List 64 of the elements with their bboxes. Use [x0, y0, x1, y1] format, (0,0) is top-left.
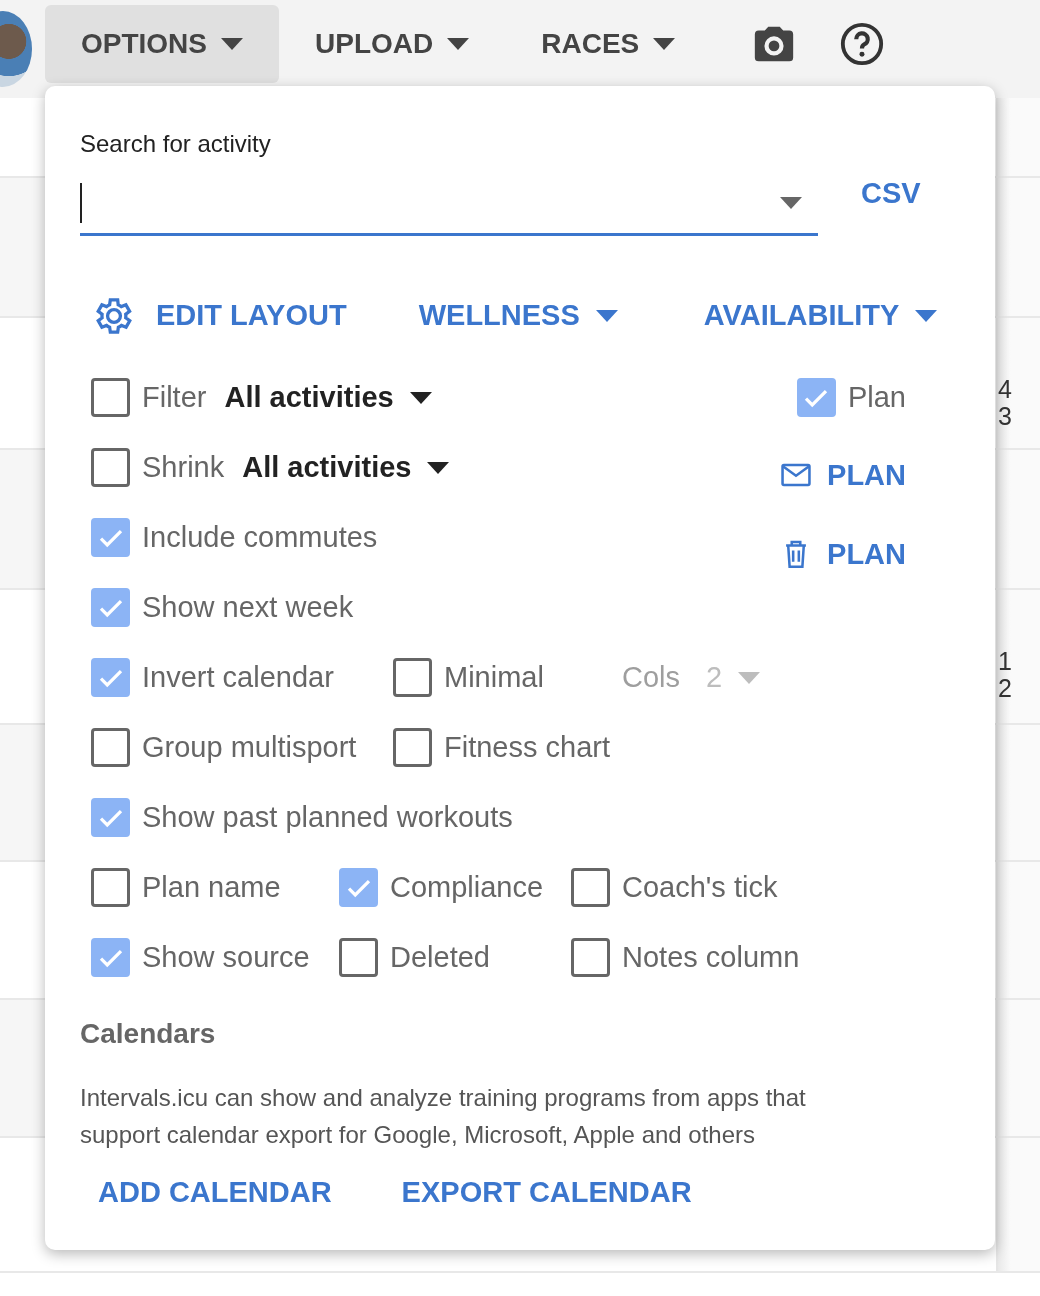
checkbox[interactable]	[571, 938, 610, 977]
checkbox[interactable]	[393, 728, 432, 767]
help-icon[interactable]	[839, 21, 886, 67]
caret-icon	[780, 197, 802, 209]
checkbox-label: Plan name	[142, 869, 281, 905]
checkbox-label: Coach's tick	[622, 869, 778, 905]
checkbox[interactable]	[91, 728, 130, 767]
day-number: 1	[998, 648, 1013, 675]
caret-icon	[653, 38, 676, 50]
caret-icon	[915, 309, 938, 322]
plan-button[interactable]: PLAN	[779, 532, 906, 577]
checkbox[interactable]	[393, 658, 432, 697]
text-cursor	[80, 183, 82, 223]
checkbox[interactable]	[91, 798, 130, 837]
calendar-link[interactable]: EXPORT CALENDAR	[401, 1170, 692, 1214]
checkbox[interactable]	[91, 588, 130, 627]
checkbox-label: Compliance	[390, 869, 544, 905]
checkbox-label: Filter	[142, 379, 207, 415]
caret-icon	[427, 461, 450, 474]
checkbox[interactable]	[91, 378, 130, 417]
field-label: Search for activity	[80, 129, 272, 159]
dropdown-button[interactable]: WELLNESS	[418, 293, 618, 338]
caret-icon	[738, 671, 761, 684]
checkbox-label: Include commutes	[142, 519, 378, 555]
caret-icon	[221, 38, 243, 50]
checkbox-label: Show past planned workouts	[142, 799, 513, 835]
menu-button[interactable]: OPTIONS	[45, 5, 279, 83]
description-text: Intervals.icu can show and analyze training programs from apps that support calendar export for Google, Microsoft, Apple and others	[80, 1082, 807, 1150]
checkbox[interactable]	[91, 938, 130, 977]
csv-link[interactable]: CSV	[861, 172, 921, 216]
menu-button[interactable]: RACES	[505, 5, 712, 83]
checkbox[interactable]	[339, 938, 378, 977]
day-number: 4	[998, 376, 1013, 403]
day-number: 3	[998, 403, 1013, 430]
edit-layout-button[interactable]: EDIT LAYOUT	[92, 293, 347, 338]
caret-icon	[447, 38, 470, 50]
field-label: Cols	[622, 659, 680, 695]
calendar-link[interactable]: ADD CALENDAR	[98, 1170, 332, 1214]
checkbox-label: Group multisport	[142, 729, 357, 765]
section-heading: Calendars	[80, 1016, 217, 1051]
checkbox-label: Notes column	[622, 939, 800, 975]
checkbox-label: Fitness chart	[444, 729, 610, 765]
dropdown[interactable]: All activities	[224, 375, 432, 420]
menu-button[interactable]: UPLOAD	[279, 5, 506, 83]
plan-button[interactable]: PLAN	[779, 453, 906, 498]
checkbox-label: Minimal	[444, 659, 544, 695]
checkbox[interactable]	[796, 378, 836, 417]
dropdown[interactable]: All activities	[242, 445, 450, 490]
day-number: 2	[998, 675, 1013, 702]
checkbox[interactable]	[91, 518, 130, 557]
checkbox[interactable]	[571, 868, 610, 907]
caret-icon	[595, 309, 618, 322]
checkbox[interactable]	[91, 658, 130, 697]
checkbox-label: Deleted	[390, 939, 490, 975]
checkbox[interactable]	[91, 868, 130, 907]
checkbox-label: Shrink	[142, 449, 225, 485]
checkbox[interactable]	[91, 448, 130, 487]
checkbox-label: Plan	[847, 379, 906, 415]
checkbox[interactable]	[339, 868, 378, 907]
checkbox-label: Show source	[142, 939, 310, 975]
caret-icon	[409, 391, 432, 404]
checkbox-label: Invert calendar	[142, 659, 334, 695]
checkbox-label: Show next week	[142, 589, 354, 625]
dropdown-button[interactable]: AVAILABILITY	[703, 293, 938, 338]
